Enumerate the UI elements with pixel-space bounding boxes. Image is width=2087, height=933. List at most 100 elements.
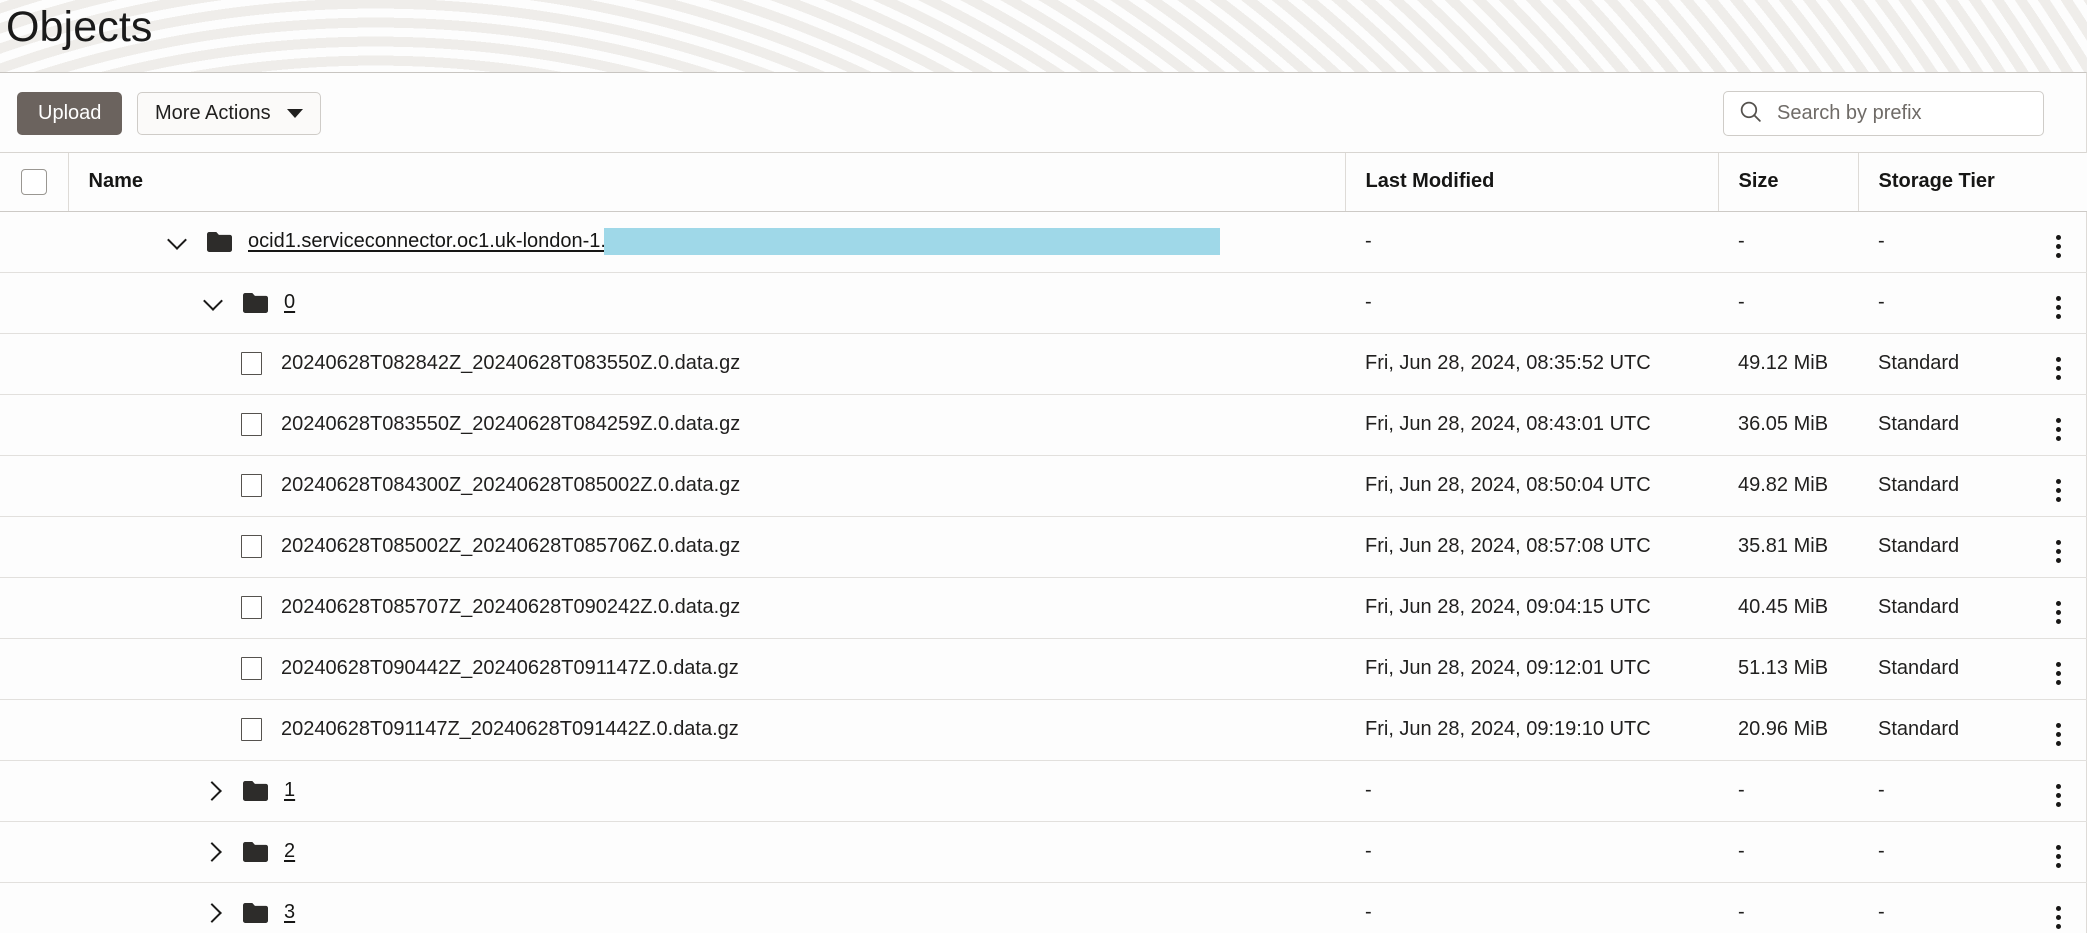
row-actions-menu[interactable] [2045,903,2073,931]
row-actions-cell[interactable] [2030,455,2087,517]
row-actions-cell[interactable] [2030,516,2087,578]
row-select-cell [0,821,68,883]
row-actions-cell[interactable] [2030,760,2087,822]
table-row[interactable]: 20240628T085002Z_20240628T085706Z.0.data… [0,516,2087,578]
objects-page: Objects Upload More Actions Search by pr… [0,0,2087,933]
search-icon [1738,99,1763,129]
row-actions-menu[interactable] [2045,293,2073,321]
row-actions-menu[interactable] [2045,476,2073,504]
row-actions-cell[interactable] [2030,211,2087,273]
row-actions-cell[interactable] [2030,699,2087,761]
table-row[interactable]: 1--- [0,760,2087,822]
row-actions-cell[interactable] [2030,394,2087,456]
chevron-right-icon[interactable] [201,900,227,926]
row-storage-tier: Standard [1858,699,2030,761]
row-select-cell [0,211,68,273]
table-row[interactable]: 20240628T085707Z_20240628T090242Z.0.data… [0,577,2087,639]
table-row[interactable]: 3--- [0,882,2087,933]
row-name-cell: 20240628T083550Z_20240628T084259Z.0.data… [68,394,1345,456]
object-name: 20240628T083550Z_20240628T084259Z.0.data… [281,413,741,435]
row-actions-menu[interactable] [2045,842,2073,870]
object-name: 20240628T084300Z_20240628T085002Z.0.data… [281,474,741,496]
row-checkbox[interactable] [241,535,262,558]
folder-link[interactable]: 1 [284,779,295,802]
row-actions-menu[interactable] [2045,232,2073,260]
folder-link[interactable]: 2 [284,840,295,863]
search-box[interactable] [1723,91,2044,136]
row-actions-menu[interactable] [2045,720,2073,748]
row-actions-cell[interactable] [2030,577,2087,639]
row-actions-cell[interactable] [2030,821,2087,883]
column-header-storage-tier[interactable]: Storage Tier [1858,153,2030,212]
row-actions-menu[interactable] [2045,659,2073,687]
row-actions-menu[interactable] [2045,415,2073,443]
row-name-cell: 1 [68,760,1345,822]
table-row[interactable]: 20240628T091147Z_20240628T091442Z.0.data… [0,699,2087,761]
chevron-right-icon[interactable] [201,839,227,865]
folder-icon [243,292,268,313]
row-size: 51.13 MiB [1718,638,1858,700]
table-row[interactable]: ocid1.serviceconnector.oc1.uk-london-1. -… [0,211,2087,273]
row-last-modified: Fri, Jun 28, 2024, 08:43:01 UTC [1345,394,1718,456]
upload-button[interactable]: Upload [17,92,123,135]
folder-icon [207,231,232,252]
row-checkbox[interactable] [241,352,262,375]
more-actions-button[interactable]: More Actions [137,92,321,135]
row-actions-cell[interactable] [2030,333,2087,395]
table-row[interactable]: 20240628T084300Z_20240628T085002Z.0.data… [0,455,2087,517]
table-row[interactable]: 20240628T083550Z_20240628T084259Z.0.data… [0,394,2087,456]
chevron-down-icon[interactable] [201,290,227,316]
row-last-modified: Fri, Jun 28, 2024, 09:12:01 UTC [1345,638,1718,700]
row-last-modified: - [1345,211,1718,273]
row-name-cell: 20240628T082842Z_20240628T083550Z.0.data… [68,333,1345,395]
row-actions-cell[interactable] [2030,882,2087,933]
row-checkbox[interactable] [241,657,262,680]
objects-table: Name Last Modified Size Storage Tier oci… [0,153,2087,933]
row-name-cell: 20240628T085707Z_20240628T090242Z.0.data… [68,577,1345,639]
table-row[interactable]: 20240628T082842Z_20240628T083550Z.0.data… [0,333,2087,395]
column-header-last-modified[interactable]: Last Modified [1345,153,1719,212]
folder-link[interactable]: 3 [284,901,295,924]
row-select-cell [0,394,68,456]
row-actions-menu[interactable] [2045,354,2073,382]
row-actions-menu[interactable] [2045,781,2073,809]
row-storage-tier: Standard [1858,516,2030,578]
table-row[interactable]: 2--- [0,821,2087,883]
object-name: 20240628T085002Z_20240628T085706Z.0.data… [281,535,741,557]
row-select-cell [0,455,68,517]
column-header-name[interactable]: Name [68,153,1346,212]
page-title: Objects [6,3,153,51]
column-header-size[interactable]: Size [1718,153,1859,212]
folder-link[interactable]: 0 [284,291,295,314]
table-row[interactable]: 20240628T090442Z_20240628T091147Z.0.data… [0,638,2087,700]
row-storage-tier: Standard [1858,394,2030,456]
search-input[interactable] [1775,101,2044,126]
row-actions-cell[interactable] [2030,272,2087,334]
table-head: Name Last Modified Size Storage Tier [0,153,2087,212]
row-actions-cell[interactable] [2030,638,2087,700]
row-checkbox[interactable] [241,474,262,497]
table-header-row: Name Last Modified Size Storage Tier [0,153,2087,212]
row-name-cell: 2 [68,821,1345,883]
chevron-right-icon[interactable] [201,778,227,804]
row-checkbox[interactable] [241,718,262,741]
object-name: 20240628T085707Z_20240628T090242Z.0.data… [281,596,741,618]
table-row[interactable]: 0--- [0,272,2087,334]
row-actions-menu[interactable] [2045,537,2073,565]
row-storage-tier: Standard [1858,455,2030,517]
row-checkbox[interactable] [241,596,262,619]
row-actions-menu[interactable] [2045,598,2073,626]
row-size: 40.45 MiB [1718,577,1858,639]
folder-link[interactable]: ocid1.serviceconnector.oc1.uk-london-1. [248,230,606,253]
folder-icon [243,902,268,923]
row-checkbox[interactable] [241,413,262,436]
row-storage-tier: Standard [1858,333,2030,395]
select-all-checkbox[interactable] [20,168,47,195]
row-select-cell [0,516,68,578]
row-storage-tier: Standard [1858,638,2030,700]
chevron-down-icon[interactable] [165,229,191,255]
row-size: - [1718,272,1858,334]
object-name: 20240628T090442Z_20240628T091147Z.0.data… [281,657,739,679]
more-actions-label: More Actions [155,102,271,124]
row-name-cell: 20240628T084300Z_20240628T085002Z.0.data… [68,455,1345,517]
